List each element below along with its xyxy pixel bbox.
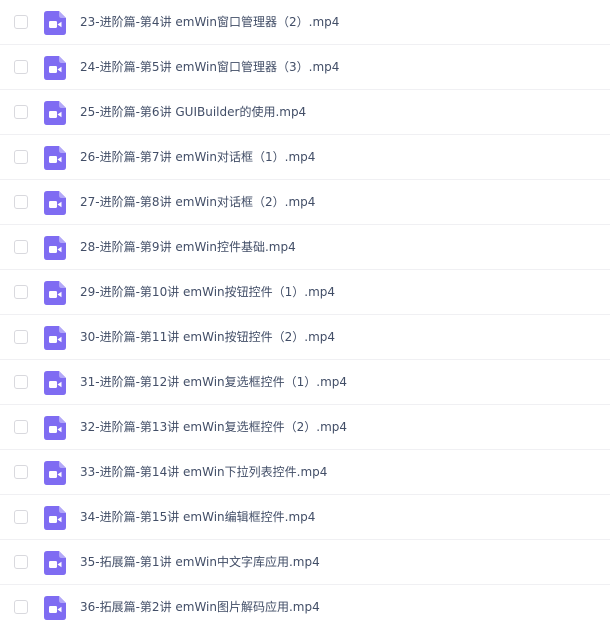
- video-file-icon: [44, 146, 66, 170]
- video-file-icon: [44, 461, 66, 485]
- file-row[interactable]: 31-进阶篇-第12讲 emWin复选框控件（1）.mp4: [0, 360, 610, 405]
- file-name[interactable]: 26-进阶篇-第7讲 emWin对话框（1）.mp4: [80, 135, 315, 180]
- file-checkbox[interactable]: [14, 420, 28, 434]
- file-row[interactable]: 26-进阶篇-第7讲 emWin对话框（1）.mp4: [0, 135, 610, 180]
- video-file-icon: [44, 56, 66, 80]
- file-row[interactable]: 23-进阶篇-第4讲 emWin窗口管理器（2）.mp4: [0, 0, 610, 45]
- file-name[interactable]: 34-进阶篇-第15讲 emWin编辑框控件.mp4: [80, 495, 315, 540]
- file-row[interactable]: 36-拓展篇-第2讲 emWin图片解码应用.mp4: [0, 585, 610, 624]
- file-checkbox[interactable]: [14, 15, 28, 29]
- file-checkbox[interactable]: [14, 465, 28, 479]
- file-name[interactable]: 28-进阶篇-第9讲 emWin控件基础.mp4: [80, 225, 296, 270]
- file-row[interactable]: 35-拓展篇-第1讲 emWin中文字库应用.mp4: [0, 540, 610, 585]
- file-checkbox[interactable]: [14, 150, 28, 164]
- file-row[interactable]: 33-进阶篇-第14讲 emWin下拉列表控件.mp4: [0, 450, 610, 495]
- file-checkbox[interactable]: [14, 330, 28, 344]
- file-checkbox[interactable]: [14, 600, 28, 614]
- file-name[interactable]: 36-拓展篇-第2讲 emWin图片解码应用.mp4: [80, 585, 320, 624]
- file-name[interactable]: 29-进阶篇-第10讲 emWin按钮控件（1）.mp4: [80, 270, 335, 315]
- file-checkbox[interactable]: [14, 105, 28, 119]
- file-name[interactable]: 35-拓展篇-第1讲 emWin中文字库应用.mp4: [80, 540, 320, 585]
- video-file-icon: [44, 326, 66, 350]
- file-row[interactable]: 25-进阶篇-第6讲 GUIBuilder的使用.mp4: [0, 90, 610, 135]
- video-file-icon: [44, 281, 66, 305]
- file-checkbox[interactable]: [14, 195, 28, 209]
- file-row[interactable]: 29-进阶篇-第10讲 emWin按钮控件（1）.mp4: [0, 270, 610, 315]
- file-name[interactable]: 32-进阶篇-第13讲 emWin复选框控件（2）.mp4: [80, 405, 347, 450]
- file-row[interactable]: 32-进阶篇-第13讲 emWin复选框控件（2）.mp4: [0, 405, 610, 450]
- file-name[interactable]: 23-进阶篇-第4讲 emWin窗口管理器（2）.mp4: [80, 0, 339, 45]
- file-row[interactable]: 24-进阶篇-第5讲 emWin窗口管理器（3）.mp4: [0, 45, 610, 90]
- file-checkbox[interactable]: [14, 60, 28, 74]
- file-checkbox[interactable]: [14, 375, 28, 389]
- video-file-icon: [44, 236, 66, 260]
- video-file-icon: [44, 506, 66, 530]
- file-name[interactable]: 25-进阶篇-第6讲 GUIBuilder的使用.mp4: [80, 90, 306, 135]
- video-file-icon: [44, 596, 66, 620]
- video-file-icon: [44, 191, 66, 215]
- file-name[interactable]: 31-进阶篇-第12讲 emWin复选框控件（1）.mp4: [80, 360, 347, 405]
- video-file-icon: [44, 101, 66, 125]
- file-row[interactable]: 30-进阶篇-第11讲 emWin按钮控件（2）.mp4: [0, 315, 610, 360]
- file-checkbox[interactable]: [14, 555, 28, 569]
- file-row[interactable]: 27-进阶篇-第8讲 emWin对话框（2）.mp4: [0, 180, 610, 225]
- file-checkbox[interactable]: [14, 285, 28, 299]
- file-name[interactable]: 27-进阶篇-第8讲 emWin对话框（2）.mp4: [80, 180, 315, 225]
- file-name[interactable]: 30-进阶篇-第11讲 emWin按钮控件（2）.mp4: [80, 315, 335, 360]
- video-file-icon: [44, 11, 66, 35]
- file-name[interactable]: 33-进阶篇-第14讲 emWin下拉列表控件.mp4: [80, 450, 327, 495]
- video-file-icon: [44, 551, 66, 575]
- file-row[interactable]: 34-进阶篇-第15讲 emWin编辑框控件.mp4: [0, 495, 610, 540]
- video-file-icon: [44, 416, 66, 440]
- file-row[interactable]: 28-进阶篇-第9讲 emWin控件基础.mp4: [0, 225, 610, 270]
- file-checkbox[interactable]: [14, 240, 28, 254]
- file-name[interactable]: 24-进阶篇-第5讲 emWin窗口管理器（3）.mp4: [80, 45, 339, 90]
- file-list: 23-进阶篇-第4讲 emWin窗口管理器（2）.mp4 24-进阶篇-第5讲 …: [0, 0, 610, 624]
- video-file-icon: [44, 371, 66, 395]
- file-checkbox[interactable]: [14, 510, 28, 524]
